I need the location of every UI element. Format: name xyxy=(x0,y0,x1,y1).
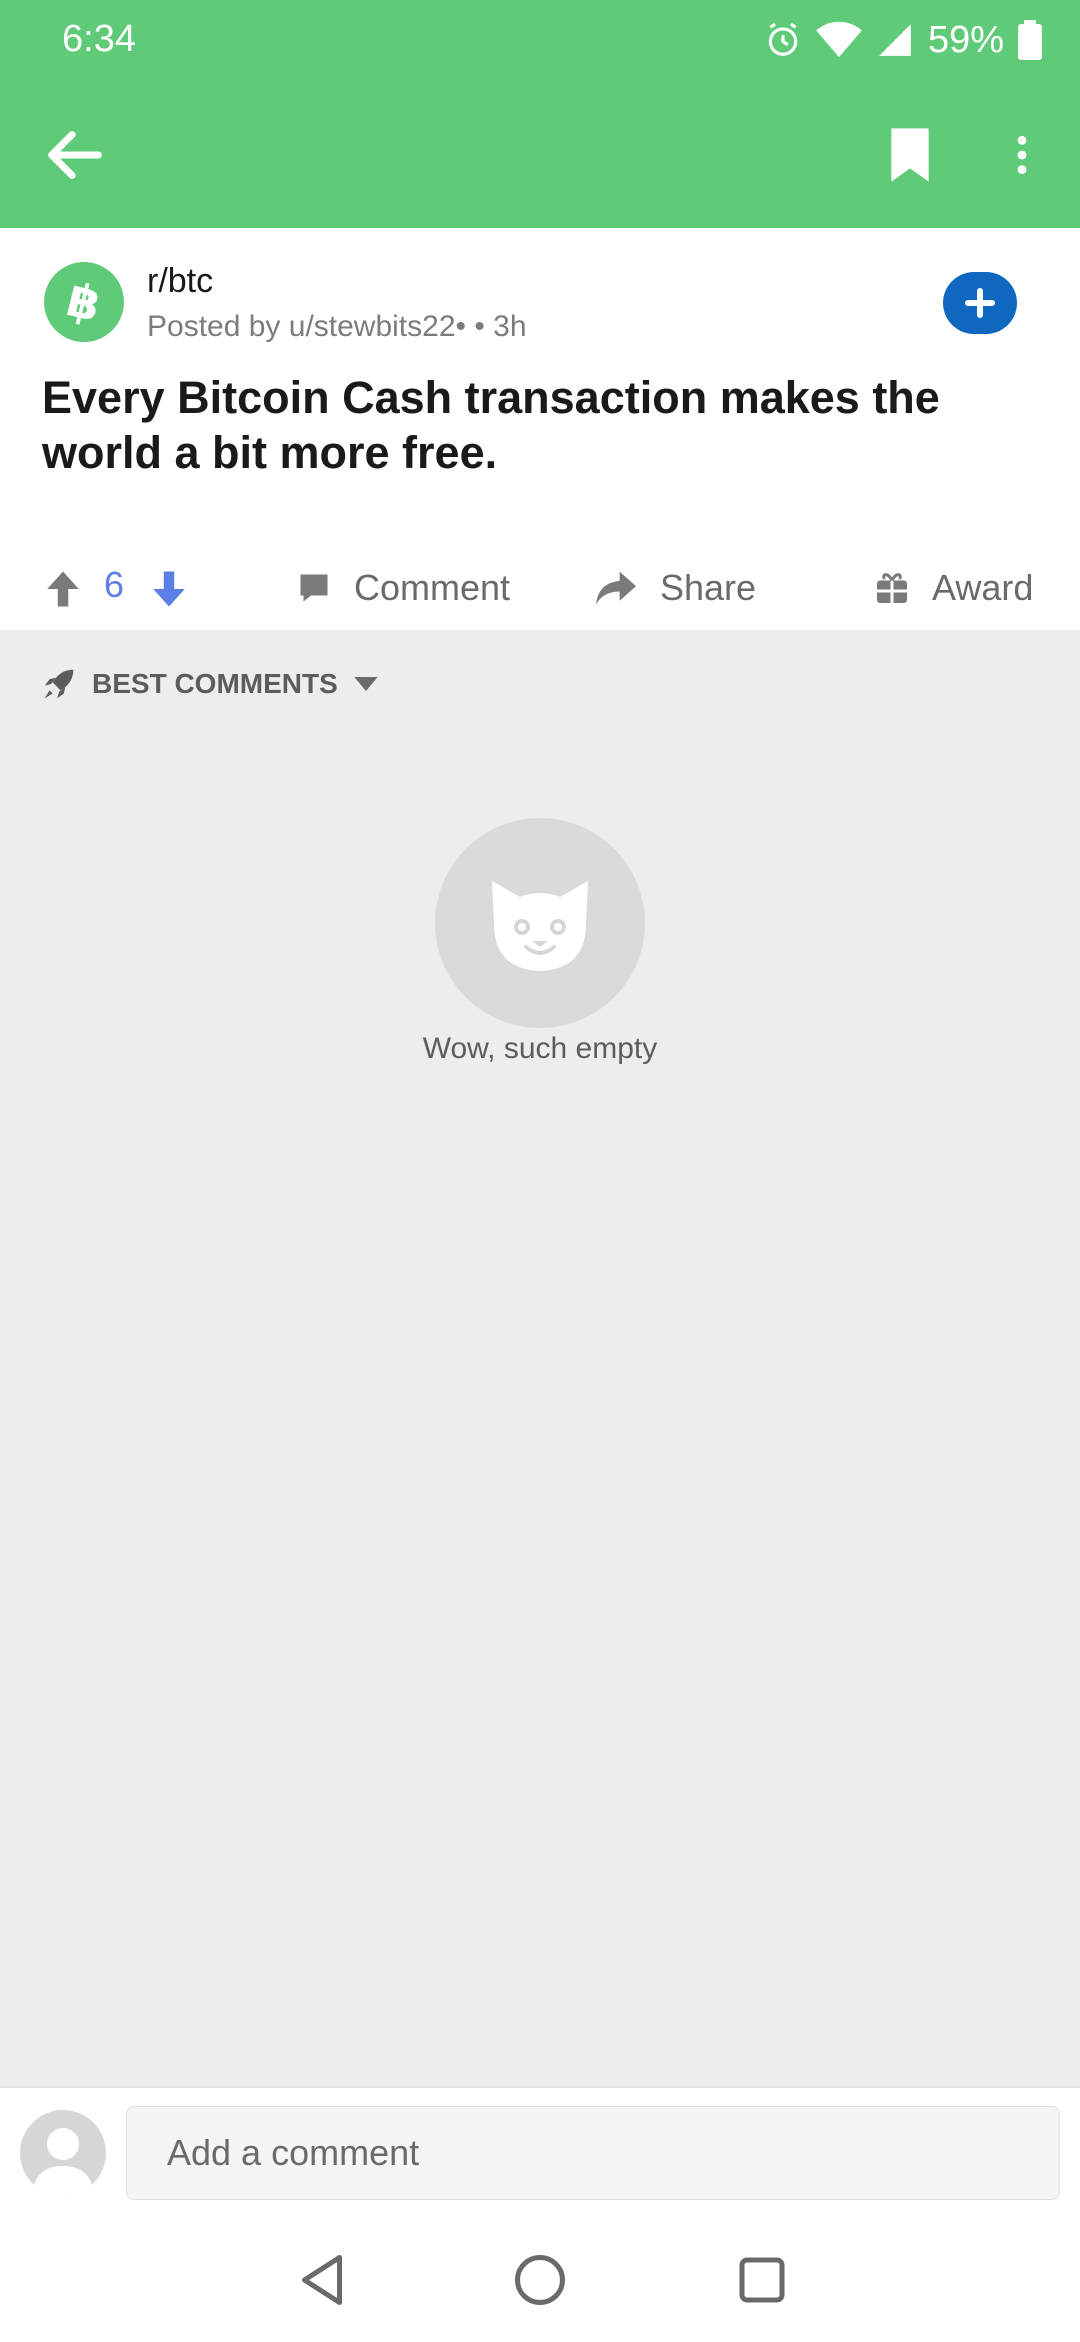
share-label: Share xyxy=(660,567,757,608)
battery-icon xyxy=(1018,20,1042,60)
share-button[interactable]: Share xyxy=(594,558,756,618)
nav-home-icon[interactable] xyxy=(510,2250,570,2310)
subreddit-name[interactable]: r/btc xyxy=(147,262,213,301)
post-actions: 6 Comment Share Award xyxy=(0,544,1080,630)
svg-text:฿: ฿ xyxy=(61,274,106,330)
wifi-icon xyxy=(816,21,862,58)
empty-state-text: Wow, such empty xyxy=(422,1032,658,1065)
system-nav-bar xyxy=(0,2210,1080,2340)
downvote-icon[interactable] xyxy=(148,568,190,610)
user-avatar[interactable] xyxy=(20,2110,106,2196)
caret-down-icon xyxy=(354,677,378,691)
bitcoin-icon: ฿ xyxy=(61,274,106,330)
more-vert-icon[interactable] xyxy=(1000,120,1044,190)
signal-icon xyxy=(879,24,911,56)
award-label: Award xyxy=(932,567,1034,608)
upvote-icon[interactable] xyxy=(42,568,84,610)
add-comment-input[interactable] xyxy=(126,2106,1060,2200)
gift-icon xyxy=(877,573,907,603)
app-bar xyxy=(0,80,1080,228)
comment-button[interactable]: Comment xyxy=(296,558,510,618)
vote-score: 6 xyxy=(104,564,125,605)
post-meta: Posted by u/stewbits22• • 3h xyxy=(147,310,527,343)
status-bar: 6:34 59% xyxy=(0,0,1080,80)
nav-back-icon[interactable] xyxy=(292,2250,352,2310)
share-icon xyxy=(596,571,636,605)
comment-icon xyxy=(300,574,328,602)
subreddit-avatar[interactable]: ฿ xyxy=(44,262,124,342)
rocket-icon xyxy=(44,669,74,699)
cat-face-icon xyxy=(492,881,588,971)
nav-recents-icon[interactable] xyxy=(732,2250,792,2310)
back-arrow-icon[interactable] xyxy=(40,120,110,190)
status-icons: 59% xyxy=(764,14,1042,66)
empty-state-illustration xyxy=(435,818,645,1028)
join-button[interactable] xyxy=(943,272,1017,334)
status-time: 6:34 xyxy=(62,18,136,60)
user-silhouette-icon xyxy=(32,2128,94,2196)
comment-label: Comment xyxy=(354,567,511,608)
battery-percent: 59% xyxy=(927,18,1004,61)
award-button[interactable]: Award xyxy=(874,558,1033,618)
bookmark-icon[interactable] xyxy=(878,120,942,190)
plus-icon xyxy=(965,288,995,318)
sort-label: BEST COMMENTS xyxy=(92,668,338,699)
post-title[interactable]: Every Bitcoin Cash transaction makes the… xyxy=(42,370,1022,480)
comment-sort-selector[interactable]: BEST COMMENTS xyxy=(40,660,380,708)
alarm-icon xyxy=(768,22,798,56)
post-card: ฿ r/btc Posted by u/stewbits22• • 3h Eve… xyxy=(0,228,1080,630)
